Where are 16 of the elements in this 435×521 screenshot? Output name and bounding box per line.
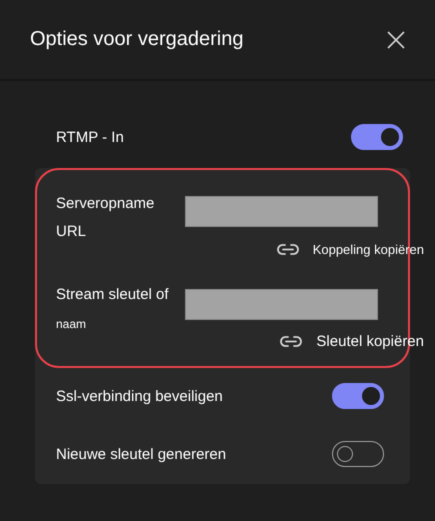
link-icon [276, 244, 299, 256]
input-field[interactable] [185, 289, 378, 320]
link-icon [280, 336, 302, 348]
field-label: Serveropname [56, 194, 156, 214]
toggle-switch[interactable] [351, 124, 403, 150]
input-field[interactable] [185, 196, 378, 227]
setting-label: Ssl-verbinding beveiligen [56, 388, 223, 404]
field-label: URL [56, 222, 88, 242]
setting-label: RTMP - In [56, 128, 124, 146]
dialog-title: Opties voor vergadering [30, 28, 244, 51]
setting-label: Nieuwe sleutel genereren [56, 446, 226, 462]
toggle-switch[interactable] [332, 441, 384, 467]
toggle-switch[interactable] [332, 383, 384, 409]
close-icon[interactable] [387, 30, 405, 48]
field-sublabel: naam [56, 317, 88, 331]
field-label: Stream sleutel of [56, 285, 170, 305]
